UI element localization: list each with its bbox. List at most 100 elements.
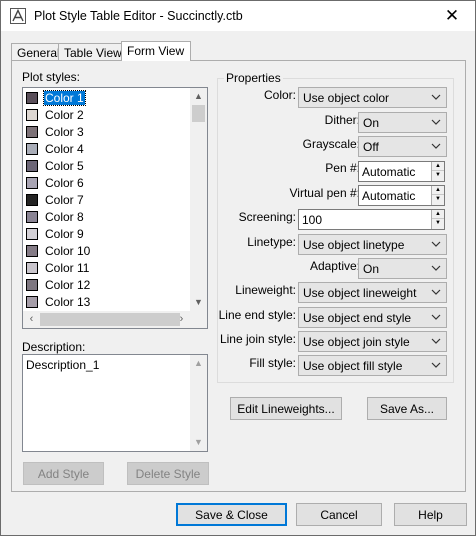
chevron-down-icon — [431, 119, 441, 125]
fill-style-label: Fill style: — [249, 356, 296, 370]
lineweight-label: Lineweight: — [235, 283, 296, 297]
tab-form-view[interactable]: Form View — [121, 41, 191, 61]
dither-label: Dither: — [324, 113, 360, 127]
properties-group: Properties Color: Use object color Dithe… — [217, 71, 454, 383]
title-bar: Plot Style Table Editor - Succinctly.ctb… — [1, 1, 475, 31]
chevron-down-icon — [431, 362, 441, 368]
list-item[interactable]: Color 1 — [26, 90, 86, 106]
color-swatch — [26, 143, 38, 155]
dither-dropdown[interactable]: On — [358, 112, 447, 133]
list-item-label: Color 2 — [45, 108, 84, 122]
add-style-button[interactable]: Add Style — [23, 462, 104, 485]
list-item-label: Color 3 — [45, 125, 84, 139]
chevron-down-icon — [431, 338, 441, 344]
screening-value: 100 — [302, 213, 323, 227]
delete-style-button[interactable]: Delete Style — [127, 462, 209, 485]
list-item[interactable]: Color 12 — [26, 277, 91, 293]
tab-table-view[interactable]: Table View — [58, 43, 126, 61]
description-scrollbar[interactable]: ▲ ▼ — [190, 355, 207, 451]
plot-styles-items: Color 1 Color 2 Color 3 Color 4 Color 5 Color… — [23, 88, 189, 310]
chevron-down-icon — [431, 289, 441, 295]
tab-general[interactable]: General — [11, 43, 60, 61]
list-item[interactable]: Color 10 — [26, 243, 91, 259]
list-item[interactable]: Color 11 — [26, 260, 90, 276]
list-item[interactable]: Color 7 — [26, 192, 85, 208]
list-item[interactable]: Color 13 — [26, 294, 91, 310]
list-item-label: Color 1 — [43, 90, 86, 106]
scroll-down-icon[interactable]: ▼ — [190, 434, 207, 451]
adaptive-value: On — [363, 262, 380, 276]
properties-title: Properties — [224, 71, 283, 85]
grayscale-value: Off — [363, 140, 379, 154]
save-as-button[interactable]: Save As... — [367, 397, 447, 420]
list-item[interactable]: Color 2 — [26, 107, 85, 123]
grayscale-label: Grayscale: — [302, 137, 360, 151]
list-item[interactable]: Color 6 — [26, 175, 85, 191]
color-swatch — [26, 92, 38, 104]
horizontal-scroll-thumb[interactable] — [40, 313, 180, 326]
autocad-app-icon — [10, 8, 26, 24]
list-item-label: Color 12 — [45, 278, 91, 292]
list-item-label: Color 11 — [45, 261, 90, 275]
spin-down-icon[interactable]: ▼ — [432, 219, 444, 228]
pen-number-spinner[interactable]: Automatic ▲ ▼ — [358, 161, 445, 182]
list-item-label: Color 8 — [45, 210, 84, 224]
plot-styles-horizontal-scrollbar[interactable]: ‹ › — [23, 311, 207, 328]
line-join-style-value: Use object join style — [303, 335, 410, 349]
list-item[interactable]: Color 3 — [26, 124, 85, 140]
color-swatch — [26, 262, 38, 274]
spin-up-icon[interactable]: ▲ — [432, 210, 444, 219]
cancel-button[interactable]: Cancel — [296, 503, 382, 526]
color-swatch — [26, 126, 38, 138]
scroll-up-icon[interactable]: ▲ — [190, 88, 207, 105]
list-item-label: Color 5 — [45, 159, 84, 173]
scroll-down-icon[interactable]: ▼ — [190, 294, 207, 311]
linetype-dropdown[interactable]: Use object linetype — [298, 234, 447, 255]
plot-styles-vertical-scrollbar[interactable]: ▲ ▼ — [190, 88, 207, 311]
lineweight-dropdown[interactable]: Use object lineweight — [298, 282, 447, 303]
color-swatch — [26, 245, 38, 257]
fill-style-dropdown[interactable]: Use object fill style — [298, 355, 447, 376]
adaptive-dropdown[interactable]: On — [358, 258, 447, 279]
spin-down-icon[interactable]: ▼ — [432, 195, 444, 204]
virtual-pen-spinner[interactable]: Automatic ▲ ▼ — [358, 185, 445, 206]
scroll-up-icon[interactable]: ▲ — [190, 355, 207, 372]
adaptive-label: Adaptive: — [309, 259, 360, 273]
help-button[interactable]: Help — [394, 503, 467, 526]
list-item[interactable]: Color 8 — [26, 209, 85, 225]
close-button[interactable]: ✕ — [429, 1, 475, 31]
list-item-label: Color 6 — [45, 176, 84, 190]
spinner-buttons: ▲ ▼ — [431, 162, 444, 181]
spin-down-icon[interactable]: ▼ — [432, 171, 444, 180]
plot-styles-list[interactable]: Color 1 Color 2 Color 3 Color 4 Color 5 Color… — [22, 87, 208, 329]
pen-value: Automatic — [362, 165, 416, 179]
line-end-style-dropdown[interactable]: Use object end style — [298, 307, 447, 328]
color-swatch — [26, 194, 38, 206]
grayscale-dropdown[interactable]: Off — [358, 136, 447, 157]
scroll-thumb[interactable] — [192, 105, 205, 122]
color-swatch — [26, 160, 38, 172]
scroll-left-icon[interactable]: ‹ — [23, 311, 40, 328]
spin-up-icon[interactable]: ▲ — [432, 162, 444, 171]
close-icon: ✕ — [444, 6, 460, 25]
color-swatch — [26, 177, 38, 189]
description-field[interactable]: Description_1 ▲ ▼ — [22, 354, 208, 452]
edit-lineweights-button[interactable]: Edit Lineweights... — [230, 397, 342, 420]
color-value: Use object color — [303, 91, 390, 105]
list-item-label: Color 9 — [45, 227, 84, 241]
spin-up-icon[interactable]: ▲ — [432, 186, 444, 195]
window-title: Plot Style Table Editor - Succinctly.ctb — [34, 9, 243, 23]
color-swatch — [26, 279, 38, 291]
save-and-close-button[interactable]: Save & Close — [176, 503, 287, 526]
line-join-style-dropdown[interactable]: Use object join style — [298, 331, 447, 352]
color-dropdown[interactable]: Use object color — [298, 87, 447, 108]
color-label: Color: — [263, 88, 296, 102]
list-item[interactable]: Color 9 — [26, 226, 85, 242]
list-item[interactable]: Color 4 — [26, 141, 85, 157]
pen-label: Pen #: — [325, 161, 360, 175]
scroll-right-icon[interactable]: › — [173, 311, 190, 328]
screening-label: Screening: — [238, 210, 296, 224]
virtual-pen-label: Virtual pen #: — [289, 186, 361, 200]
list-item[interactable]: Color 5 — [26, 158, 85, 174]
screening-spinner[interactable]: 100 ▲ ▼ — [298, 209, 445, 230]
